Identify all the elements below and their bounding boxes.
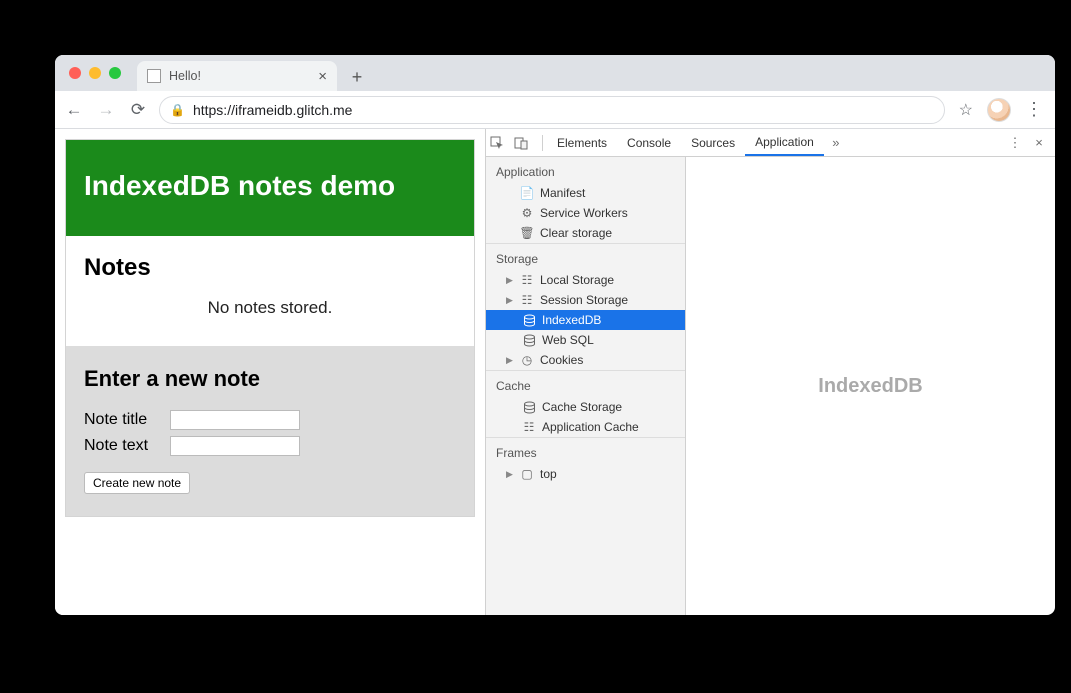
empty-notes-message: No notes stored.: [84, 298, 456, 338]
sidebar-item-top-frame[interactable]: ▶ ▢ top: [486, 464, 685, 484]
note-text-label: Note text: [84, 437, 164, 455]
cookie-icon: ◷: [520, 353, 534, 367]
back-button[interactable]: ←: [63, 100, 85, 120]
close-tab-button[interactable]: ×: [318, 68, 327, 85]
devtools-menu-icon[interactable]: ⋮: [1003, 135, 1027, 151]
storage-icon: ☷: [520, 273, 534, 287]
browser-window: Hello! × + ← → ⟳ 🔒 https://iframeidb.gli…: [55, 55, 1055, 615]
group-application: Application: [486, 157, 685, 183]
tab-sources[interactable]: Sources: [681, 129, 745, 156]
devtools-tabbar: Elements Console Sources Application » ⋮…: [486, 129, 1055, 157]
sidebar-item-session-storage[interactable]: ▶ ☷ Session Storage: [486, 290, 685, 310]
sidebar-item-label: top: [540, 467, 557, 481]
close-window-button[interactable]: [69, 67, 81, 79]
content-area: IndexedDB notes demo Notes No notes stor…: [55, 129, 1055, 615]
group-frames: Frames: [486, 437, 685, 464]
maximize-window-button[interactable]: [109, 67, 121, 79]
database-icon: [522, 313, 536, 327]
create-note-button[interactable]: Create new note: [84, 472, 190, 494]
devtools-body: Application 📄 Manifest ⚙ Service Workers…: [486, 157, 1055, 615]
browser-tab[interactable]: Hello! ×: [137, 61, 337, 91]
application-sidebar: Application 📄 Manifest ⚙ Service Workers…: [486, 157, 686, 615]
bookmark-star-icon[interactable]: ☆: [959, 100, 973, 120]
trash-icon: 🗑: [520, 226, 534, 240]
sidebar-item-label: Session Storage: [540, 293, 628, 307]
sidebar-item-manifest[interactable]: 📄 Manifest: [486, 183, 685, 203]
inspect-element-icon[interactable]: [490, 136, 514, 150]
tab-elements[interactable]: Elements: [547, 129, 617, 156]
minimize-window-button[interactable]: [89, 67, 101, 79]
group-storage: Storage: [486, 243, 685, 270]
more-tabs-icon[interactable]: »: [824, 135, 848, 150]
devtools-main-pane: IndexedDB: [686, 157, 1055, 615]
file-icon: 📄: [520, 186, 534, 200]
devtools-panel: Elements Console Sources Application » ⋮…: [485, 129, 1055, 615]
form-heading: Enter a new note: [84, 366, 456, 392]
chevron-right-icon: ▶: [506, 275, 514, 286]
profile-avatar[interactable]: [987, 98, 1011, 122]
gear-icon: ⚙: [520, 206, 534, 220]
notes-section: Notes No notes stored.: [66, 236, 474, 346]
database-icon: [522, 333, 536, 347]
sidebar-item-label: Clear storage: [540, 226, 612, 240]
browser-menu-button[interactable]: ⋮: [1025, 99, 1043, 120]
sidebar-item-label: IndexedDB: [542, 313, 601, 327]
sidebar-item-web-sql[interactable]: Web SQL: [486, 330, 685, 350]
notes-heading: Notes: [84, 254, 456, 282]
page-title: IndexedDB notes demo: [66, 140, 474, 236]
sidebar-item-application-cache[interactable]: ☷ Application Cache: [486, 417, 685, 437]
database-icon: [522, 400, 536, 414]
note-text-input[interactable]: [170, 436, 300, 456]
tab-strip: Hello! × +: [55, 55, 1055, 91]
new-tab-button[interactable]: +: [343, 63, 371, 91]
page-viewport: IndexedDB notes demo Notes No notes stor…: [55, 129, 485, 615]
tab-console[interactable]: Console: [617, 129, 681, 156]
demo-app: IndexedDB notes demo Notes No notes stor…: [65, 139, 475, 517]
forward-button: →: [95, 100, 117, 120]
chevron-right-icon: ▶: [506, 469, 514, 480]
toolbar: ← → ⟳ 🔒 https://iframeidb.glitch.me ☆ ⋮: [55, 91, 1055, 129]
storage-icon: ☷: [522, 420, 536, 434]
close-devtools-button[interactable]: ×: [1027, 135, 1051, 150]
note-title-label: Note title: [84, 411, 164, 429]
tab-title: Hello!: [169, 69, 201, 83]
new-note-form: Enter a new note Note title Note text Cr…: [66, 346, 474, 516]
lock-icon: 🔒: [170, 103, 185, 117]
frame-icon: ▢: [520, 467, 534, 481]
sidebar-item-label: Service Workers: [540, 206, 628, 220]
chevron-right-icon: ▶: [506, 355, 514, 366]
toolbar-right: ☆ ⋮: [955, 98, 1047, 122]
sidebar-item-cache-storage[interactable]: Cache Storage: [486, 397, 685, 417]
address-bar[interactable]: 🔒 https://iframeidb.glitch.me: [159, 96, 945, 124]
sidebar-item-indexeddb[interactable]: IndexedDB: [486, 310, 685, 330]
device-toolbar-icon[interactable]: [514, 136, 538, 150]
sidebar-item-label: Manifest: [540, 186, 585, 200]
sidebar-item-label: Cookies: [540, 353, 583, 367]
sidebar-item-local-storage[interactable]: ▶ ☷ Local Storage: [486, 270, 685, 290]
sidebar-item-label: Web SQL: [542, 333, 594, 347]
sidebar-item-service-workers[interactable]: ⚙ Service Workers: [486, 203, 685, 223]
window-controls: [63, 55, 131, 91]
sidebar-item-label: Cache Storage: [542, 400, 622, 414]
main-placeholder: IndexedDB: [818, 375, 922, 398]
tab-application[interactable]: Application: [745, 129, 824, 156]
group-cache: Cache: [486, 370, 685, 397]
url-text: https://iframeidb.glitch.me: [193, 102, 353, 118]
sidebar-item-label: Local Storage: [540, 273, 614, 287]
file-icon: [147, 69, 161, 83]
sidebar-item-cookies[interactable]: ▶ ◷ Cookies: [486, 350, 685, 370]
note-title-input[interactable]: [170, 410, 300, 430]
chevron-right-icon: ▶: [506, 295, 514, 306]
storage-icon: ☷: [520, 293, 534, 307]
reload-button[interactable]: ⟳: [127, 100, 149, 120]
sidebar-item-clear-storage[interactable]: 🗑 Clear storage: [486, 223, 685, 243]
sidebar-item-label: Application Cache: [542, 420, 639, 434]
